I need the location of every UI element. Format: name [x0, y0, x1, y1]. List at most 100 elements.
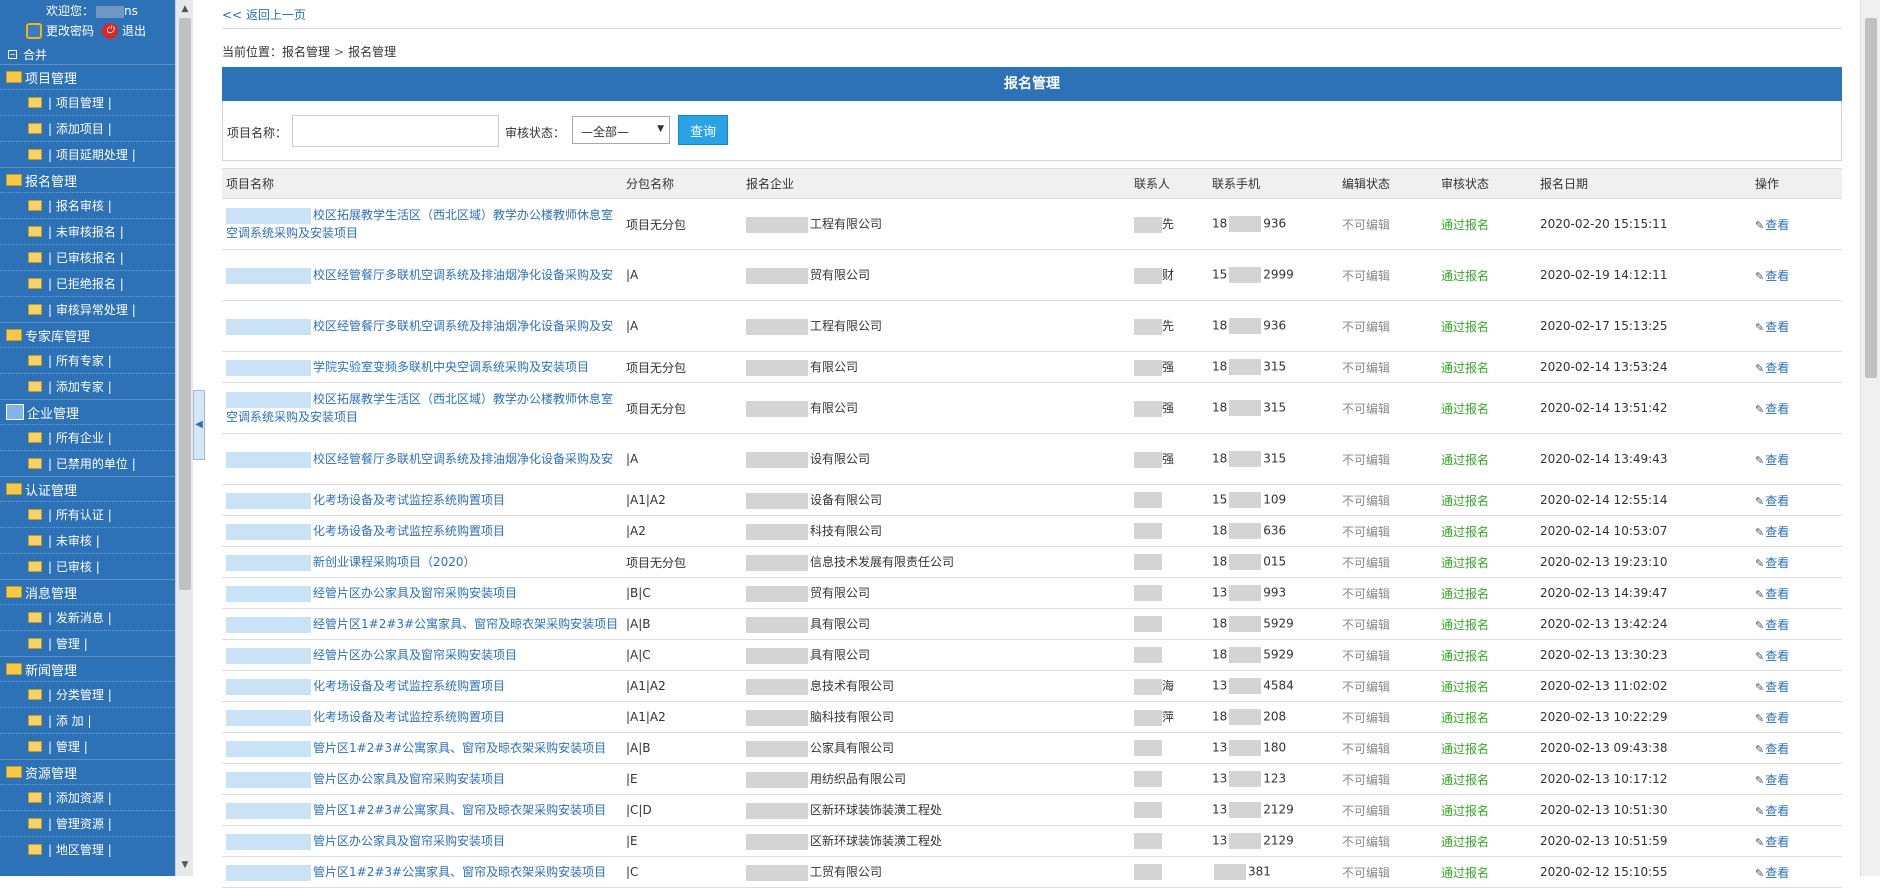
sidebar-item[interactable]: 添加专家	[0, 373, 175, 399]
project-name-link[interactable]: 管片区1#2#3#公寓家具、窗帘及晾衣架采购安装项目	[222, 732, 622, 764]
sidebar-group-0[interactable]: 项目管理	[0, 64, 175, 89]
folder-open-icon	[6, 174, 22, 186]
sidebar-item[interactable]: 项目管理	[0, 89, 175, 115]
project-name-link[interactable]: 化考场设备及考试监控系统购置项目	[222, 701, 622, 733]
sidebar-group-5[interactable]: 消息管理	[0, 579, 175, 604]
project-name-input[interactable]	[292, 115, 499, 147]
sidebar-collapse-handle[interactable]: ◀	[193, 390, 205, 460]
view-link[interactable]: 查看	[1751, 732, 1842, 764]
project-name-link[interactable]: 校区经管餐厅多联机空调系统及排油烟净化设备采购及安	[222, 433, 622, 485]
breadcrumb-item[interactable]: 报名管理	[282, 45, 330, 59]
search-button[interactable]: 查询	[678, 115, 728, 145]
project-name-link[interactable]: 学院实验室变频多联机中央空调系统采购及安装项目	[222, 351, 622, 383]
sidebar-group-4[interactable]: 认证管理	[0, 476, 175, 501]
sidebar-item-label: 已禁用的单位	[48, 455, 136, 472]
scroll-up-arrow-icon[interactable]: ▲	[179, 2, 191, 16]
sidebar-item[interactable]: 已拒绝报名	[0, 270, 175, 296]
sidebar-group-6[interactable]: 新闻管理	[0, 656, 175, 681]
project-name-link[interactable]: 校区经管餐厅多联机空调系统及排油烟净化设备采购及安	[222, 249, 622, 301]
audit-status: 通过报名	[1437, 433, 1536, 485]
merge-toggle[interactable]: − 合并	[8, 46, 47, 63]
back-link[interactable]: 返回上一页	[222, 6, 306, 23]
redaction	[746, 451, 808, 468]
view-link[interactable]: 查看	[1751, 249, 1842, 301]
sidebar-item[interactable]: 未审核报名	[0, 218, 175, 244]
folder-open-icon	[6, 483, 22, 495]
project-name-link[interactable]: 校区拓展教学生活区（西北区域）教学办公楼教师休息室空调系统采购及安装项目	[222, 198, 622, 250]
sidebar-scrollbar[interactable]: ▲ ▼	[175, 0, 193, 876]
project-name-link[interactable]: 经管片区办公家具及窗帘采购安装项目	[222, 577, 622, 609]
project-name-link[interactable]: 管片区1#2#3#公寓家具、窗帘及晾衣架采购安装项目	[222, 856, 622, 888]
view-link[interactable]: 查看	[1751, 763, 1842, 795]
sidebar-item[interactable]: 添 加	[0, 707, 175, 733]
sidebar-item[interactable]: 审核异常处理	[0, 296, 175, 322]
sidebar-item[interactable]: 已审核报名	[0, 244, 175, 270]
change-password-link[interactable]: 更改密码	[26, 22, 94, 39]
sidebar-item[interactable]: 所有认证	[0, 501, 175, 527]
redaction	[1134, 647, 1162, 663]
logout-link[interactable]: ⏻ 退出	[102, 22, 146, 39]
project-name-link[interactable]: 经管片区1#2#3#公寓家具、窗帘及晾衣架采购安装项目	[222, 608, 622, 640]
sidebar-item[interactable]: 管理	[0, 630, 175, 656]
view-link[interactable]: 查看	[1751, 856, 1842, 888]
view-link[interactable]: 查看	[1751, 546, 1842, 578]
company-name-text: 脑科技有限公司	[810, 710, 895, 725]
redaction	[1229, 318, 1262, 334]
sidebar-item[interactable]: 所有专家	[0, 347, 175, 373]
project-name-link[interactable]: 校区拓展教学生活区（西北区域）教学办公楼教师休息室空调系统采购及安装项目	[222, 382, 622, 434]
sidebar-item[interactable]: 所有企业	[0, 424, 175, 450]
project-name-link[interactable]: 管片区办公家具及窗帘采购安装项目	[222, 825, 622, 857]
project-name-link[interactable]: 经管片区办公家具及窗帘采购安装项目	[222, 639, 622, 671]
view-link[interactable]: 查看	[1751, 670, 1842, 702]
view-link[interactable]: 查看	[1751, 794, 1842, 826]
project-name-link[interactable]: 管片区1#2#3#公寓家具、窗帘及晾衣架采购安装项目	[222, 794, 622, 826]
view-link[interactable]: 查看	[1751, 701, 1842, 733]
redaction	[746, 647, 808, 664]
project-name-link[interactable]: 化考场设备及考试监控系统购置项目	[222, 670, 622, 702]
sidebar-group-1[interactable]: 报名管理	[0, 167, 175, 192]
folder-icon	[28, 689, 42, 700]
sidebar-item-label: 已审核	[48, 558, 100, 575]
project-name-link[interactable]: 管片区办公家具及窗帘采购安装项目	[222, 763, 622, 795]
view-link[interactable]: 查看	[1751, 433, 1842, 485]
view-link[interactable]: 查看	[1751, 608, 1842, 640]
view-link[interactable]: 查看	[1751, 382, 1842, 434]
view-link[interactable]: 查看	[1751, 484, 1842, 516]
audit-status-select[interactable]: —全部—	[572, 116, 670, 144]
project-name-link[interactable]: 化考场设备及考试监控系统购置项目	[222, 515, 622, 547]
sidebar-scroll-thumb[interactable]	[179, 18, 191, 590]
sidebar-item[interactable]: 已审核	[0, 553, 175, 579]
view-link[interactable]: 查看	[1751, 639, 1842, 671]
view-link[interactable]: 查看	[1751, 825, 1842, 857]
project-name-link[interactable]: 校区经管餐厅多联机空调系统及排油烟净化设备采购及安	[222, 300, 622, 352]
sidebar-item[interactable]: 添加资源	[0, 784, 175, 810]
page-scroll-thumb[interactable]	[1865, 18, 1877, 378]
sidebar-item[interactable]: 添加项目	[0, 115, 175, 141]
view-link[interactable]: 查看	[1751, 300, 1842, 352]
sidebar-group-2[interactable]: 专家库管理	[0, 322, 175, 347]
page-scrollbar[interactable]	[1860, 0, 1880, 876]
project-name-text: 化考场设备及考试监控系统购置项目	[313, 524, 506, 538]
sidebar-item[interactable]: 已禁用的单位	[0, 450, 175, 476]
registration-date: 2020-02-13 10:22:29	[1536, 701, 1751, 733]
sidebar-item[interactable]: 管理	[0, 733, 175, 759]
view-link[interactable]: 查看	[1751, 351, 1842, 383]
project-name-link[interactable]: 新创业课程采购项目（2020）	[222, 546, 622, 578]
sidebar-item[interactable]: 地区管理	[0, 836, 175, 862]
view-link[interactable]: 查看	[1751, 198, 1842, 250]
sidebar-group-7[interactable]: 资源管理	[0, 759, 175, 784]
scroll-down-arrow-icon[interactable]: ▼	[179, 858, 191, 872]
sidebar-item[interactable]: 报名审核	[0, 192, 175, 218]
sidebar-group-3[interactable]: 企业管理	[0, 399, 175, 424]
sidebar-item[interactable]: 管理资源	[0, 810, 175, 836]
phone-prefix: 18	[1212, 451, 1228, 466]
edit-status: 不可编辑	[1338, 300, 1437, 352]
view-link[interactable]: 查看	[1751, 577, 1842, 609]
project-name-link[interactable]: 化考场设备及考试监控系统购置项目	[222, 484, 622, 516]
sidebar-item[interactable]: 发新消息	[0, 604, 175, 630]
sidebar-item[interactable]: 分类管理	[0, 681, 175, 707]
view-link[interactable]: 查看	[1751, 515, 1842, 547]
sidebar-item[interactable]: 项目延期处理	[0, 141, 175, 167]
sidebar-item[interactable]: 未审核	[0, 527, 175, 553]
table-header-row: 项目名称 分包名称 报名企业 联系人 联系手机 编辑状态 审核状态 报名日期 操作	[222, 168, 1842, 199]
